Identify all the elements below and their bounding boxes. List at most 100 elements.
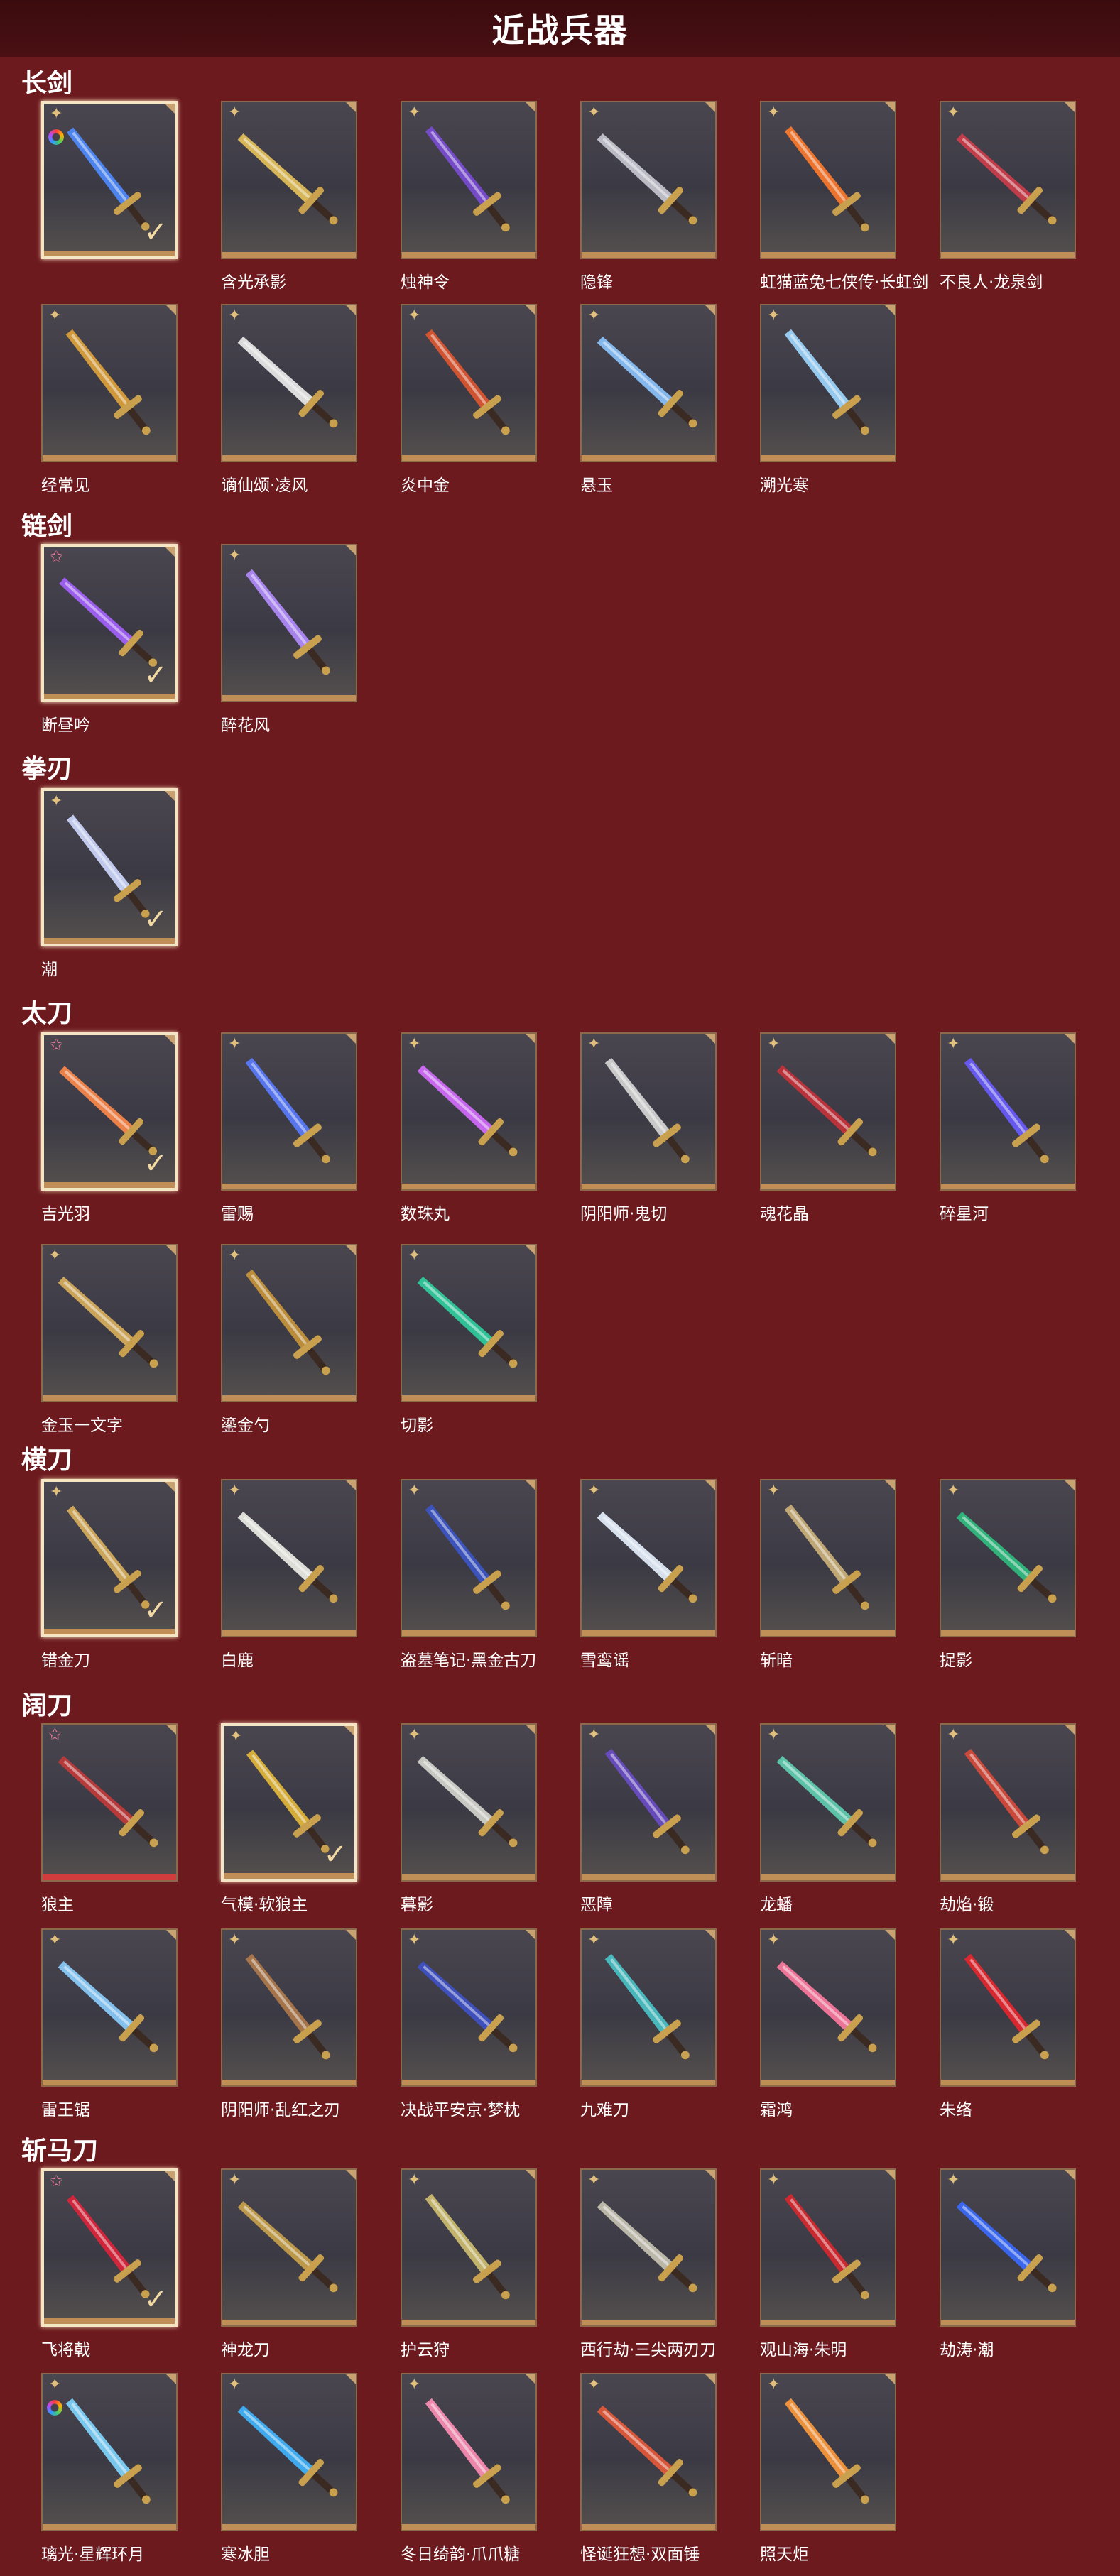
weapon-card[interactable]: ✦ bbox=[401, 2373, 537, 2531]
weapon-card[interactable]: ✦ bbox=[221, 101, 357, 259]
corner-tab-icon bbox=[705, 2374, 715, 2384]
gold-star-icon: ✦ bbox=[408, 104, 421, 121]
gold-star-icon: ✦ bbox=[408, 1726, 421, 1744]
weapon-card[interactable]: ✦ bbox=[760, 1723, 896, 1882]
section-title: 斩马刀 bbox=[21, 2136, 99, 2166]
weapon-card[interactable]: ✦ bbox=[221, 304, 357, 462]
weapon-card[interactable]: ✦ bbox=[401, 1032, 537, 1191]
weapon-name: 九难刀 bbox=[580, 2101, 629, 2119]
weapon-card[interactable]: ✦ bbox=[401, 1244, 537, 1402]
weapon-name: 霜鸿 bbox=[760, 2101, 793, 2119]
gold-star-icon: ✦ bbox=[408, 1931, 421, 1949]
weapon-name: 朱络 bbox=[940, 2101, 972, 2119]
card-rarity-bar bbox=[44, 938, 175, 944]
weapon-card[interactable]: ✦ bbox=[580, 1479, 717, 1637]
weapon-card[interactable]: ✦ bbox=[580, 1928, 717, 2087]
weapon-card[interactable]: ✦ bbox=[401, 2168, 537, 2327]
weapon-card[interactable]: ✦ bbox=[221, 2168, 357, 2327]
card-rarity-bar bbox=[402, 2524, 535, 2530]
weapon-card[interactable]: ✩ bbox=[41, 1723, 178, 1882]
weapon-name: 断昼吟 bbox=[41, 716, 90, 735]
weapon-card[interactable]: ✦ bbox=[760, 2373, 896, 2531]
weapon-card[interactable]: ✦ bbox=[580, 2168, 717, 2327]
weapon-name: 数珠丸 bbox=[401, 1205, 450, 1223]
weapon-card[interactable]: ✦ bbox=[760, 1032, 896, 1191]
corner-tab-icon bbox=[166, 1725, 176, 1735]
weapon-name: 捉影 bbox=[940, 1652, 972, 1670]
weapon-card[interactable]: ✦ bbox=[221, 2373, 357, 2531]
page-header: 近战兵器 bbox=[0, 0, 1120, 57]
card-rarity-bar bbox=[761, 455, 895, 461]
corner-tab-icon bbox=[885, 102, 895, 112]
weapon-card[interactable]: ✩ ✓ bbox=[41, 544, 178, 702]
card-rarity-bar bbox=[761, 2524, 895, 2530]
weapon-card[interactable]: ✦ bbox=[580, 2373, 717, 2531]
card-rarity-bar bbox=[761, 2080, 895, 2085]
weapon-card[interactable]: ✦ bbox=[940, 1928, 1076, 2087]
weapon-card[interactable]: ✦ ✓ bbox=[41, 101, 178, 259]
weapon-card[interactable]: ✦ bbox=[580, 101, 717, 259]
gold-star-icon: ✦ bbox=[228, 104, 241, 121]
corner-tab-icon bbox=[166, 1930, 176, 1940]
weapon-name: 溯光寒 bbox=[760, 476, 809, 495]
weapon-card[interactable]: ✦ bbox=[221, 1244, 357, 1402]
weapon-card[interactable]: ✦ bbox=[940, 1723, 1076, 1882]
weapon-card[interactable]: ✦ bbox=[41, 2373, 178, 2531]
weapon-card[interactable]: ✦ bbox=[580, 1032, 717, 1191]
gold-star-icon: ✦ bbox=[587, 1035, 601, 1053]
weapon-card[interactable]: ✦ bbox=[760, 304, 896, 462]
rainbow-ring-icon bbox=[47, 2400, 62, 2416]
card-rarity-bar bbox=[941, 2320, 1075, 2325]
weapon-card[interactable]: ✦ bbox=[401, 1928, 537, 2087]
weapon-card[interactable]: ✦ bbox=[221, 1032, 357, 1191]
equipped-check-icon: ✓ bbox=[323, 1838, 347, 1871]
weapon-name: 寒冰胆 bbox=[221, 2545, 270, 2564]
pink-star-icon: ✩ bbox=[50, 2173, 63, 2190]
weapon-card[interactable]: ✦ bbox=[41, 304, 178, 462]
gold-star-icon: ✦ bbox=[408, 1035, 421, 1053]
weapon-card[interactable]: ✦ ✓ bbox=[221, 1723, 357, 1882]
weapon-name: 劫焰·锻 bbox=[940, 1896, 994, 1914]
equipped-check-icon: ✓ bbox=[143, 659, 168, 692]
gold-star-icon: ✦ bbox=[48, 307, 62, 324]
card-rarity-bar bbox=[44, 251, 175, 256]
corner-tab-icon bbox=[526, 2374, 535, 2384]
weapon-card[interactable]: ✩ ✓ bbox=[41, 1032, 178, 1191]
gold-star-icon: ✦ bbox=[228, 1482, 241, 1500]
weapon-card[interactable]: ✦ bbox=[940, 1479, 1076, 1637]
weapon-card[interactable]: ✦ bbox=[760, 1928, 896, 2087]
corner-tab-icon bbox=[526, 1245, 535, 1255]
weapon-card[interactable]: ✦ bbox=[401, 304, 537, 462]
card-rarity-bar bbox=[941, 1630, 1075, 1636]
gold-star-icon: ✦ bbox=[408, 307, 421, 324]
weapon-card[interactable]: ✦ bbox=[401, 1479, 537, 1637]
weapon-name: 虹猫蓝兔七侠传·长虹剑 bbox=[760, 273, 929, 292]
weapon-card[interactable]: ✦ bbox=[221, 1479, 357, 1637]
gold-star-icon: ✦ bbox=[228, 307, 241, 324]
weapon-card[interactable]: ✦ bbox=[580, 1723, 717, 1882]
weapon-card[interactable]: ✩ ✓ bbox=[41, 2168, 178, 2327]
corner-tab-icon bbox=[165, 1482, 175, 1492]
weapon-card[interactable]: ✦ bbox=[940, 2168, 1076, 2327]
weapon-card[interactable]: ✦ bbox=[940, 1032, 1076, 1191]
weapon-card[interactable]: ✦ bbox=[760, 101, 896, 259]
weapon-card[interactable]: ✦ bbox=[221, 1928, 357, 2087]
weapon-card[interactable]: ✦ ✓ bbox=[41, 788, 178, 946]
weapon-card[interactable]: ✦ ✓ bbox=[41, 1479, 178, 1637]
corner-tab-icon bbox=[346, 545, 356, 555]
weapon-card[interactable]: ✦ bbox=[221, 544, 357, 702]
weapon-card[interactable]: ✦ bbox=[41, 1244, 178, 1402]
card-rarity-bar bbox=[761, 1630, 895, 1636]
weapon-name: 隐锋 bbox=[580, 273, 613, 292]
weapon-card[interactable]: ✦ bbox=[401, 1723, 537, 1882]
gold-star-icon: ✦ bbox=[767, 1482, 781, 1500]
gold-star-icon: ✦ bbox=[408, 2376, 421, 2394]
weapon-card[interactable]: ✦ bbox=[760, 2168, 896, 2327]
weapon-card[interactable]: ✦ bbox=[401, 101, 537, 259]
page-title: 近战兵器 bbox=[491, 11, 629, 50]
weapon-card[interactable]: ✦ bbox=[760, 1479, 896, 1637]
gold-star-icon: ✦ bbox=[767, 307, 781, 324]
weapon-card[interactable]: ✦ bbox=[940, 101, 1076, 259]
weapon-card[interactable]: ✦ bbox=[580, 304, 717, 462]
weapon-card[interactable]: ✦ bbox=[41, 1928, 178, 2087]
